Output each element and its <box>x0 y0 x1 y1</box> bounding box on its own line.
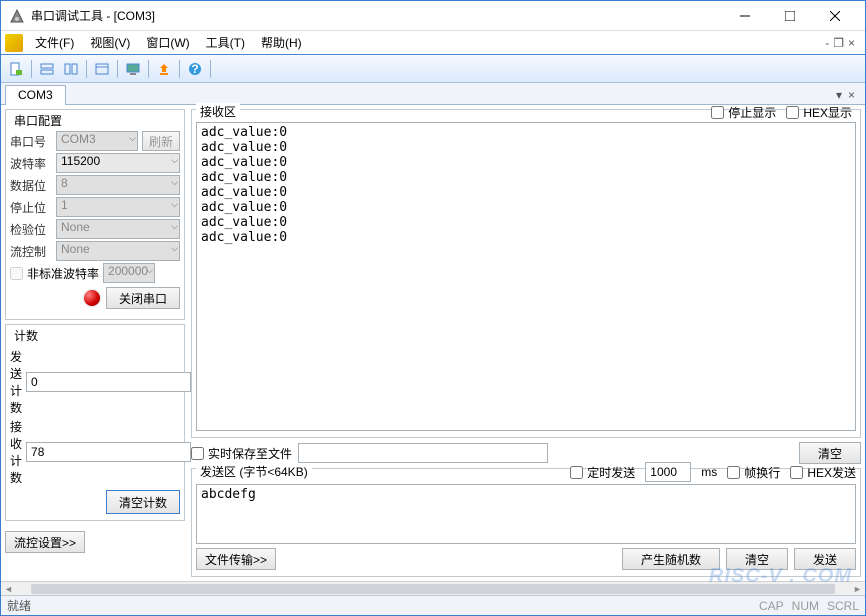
send-count-value[interactable] <box>26 372 191 392</box>
hex-send-checkbox[interactable]: HEX发送 <box>790 464 856 481</box>
stop-label: 停止位 <box>10 199 52 216</box>
minimize-button[interactable] <box>722 2 767 30</box>
send-fieldset: 发送区 (字节<64KB) 定时发送 ms 帧换行 HEX发送 文件传输>> 产… <box>191 468 861 577</box>
scroll-right-icon[interactable]: ► <box>850 584 865 594</box>
timer-interval-input[interactable] <box>645 462 691 482</box>
stop-select[interactable]: 1 <box>56 197 180 217</box>
data-label: 数据位 <box>10 177 52 194</box>
counter-fieldset: 计数 发送计数 接收计数 清空计数 <box>5 324 185 521</box>
menubar: 文件(F) 视图(V) 窗口(W) 工具(T) 帮助(H) - ❐ × <box>1 31 865 55</box>
port-status-icon <box>84 290 100 306</box>
recv-clear-button[interactable]: 清空 <box>799 442 861 464</box>
random-button[interactable]: 产生随机数 <box>622 548 720 570</box>
send-button[interactable]: 发送 <box>794 548 856 570</box>
timer-unit-label: ms <box>701 465 717 479</box>
status-ready: 就绪 <box>7 597 31 614</box>
recv-legend: 接收区 <box>196 103 240 120</box>
mdi-minimize-icon[interactable]: - <box>825 36 829 50</box>
file-transfer-button[interactable]: 文件传输>> <box>196 548 276 570</box>
titlebar: 串口调试工具 - [COM3] <box>1 1 865 31</box>
flow-label: 流控制 <box>10 243 52 260</box>
port-label: 串口号 <box>10 133 52 150</box>
status-num: NUM <box>792 599 819 613</box>
clear-count-button[interactable]: 清空计数 <box>106 490 180 514</box>
mdi-close-icon[interactable]: × <box>848 36 855 50</box>
flow-settings-button[interactable]: 流控设置>> <box>5 531 85 553</box>
tab-com3[interactable]: COM3 <box>5 85 66 105</box>
baud-select[interactable]: 115200 <box>56 153 180 173</box>
recv-textarea[interactable]: adc_value:0 adc_value:0 adc_value:0 adc_… <box>196 122 856 431</box>
menubar-app-icon <box>5 34 23 52</box>
toolbar-vsplit-icon[interactable] <box>60 58 82 80</box>
mdi-restore-icon[interactable]: ❐ <box>833 36 844 50</box>
toolbar-new-icon[interactable] <box>5 58 27 80</box>
scroll-thumb[interactable] <box>31 584 835 594</box>
data-select[interactable]: 8 <box>56 175 180 195</box>
status-cap: CAP <box>759 599 784 613</box>
toolbar-window-icon[interactable] <box>91 58 113 80</box>
send-clear-button[interactable]: 清空 <box>726 548 788 570</box>
close-button[interactable] <box>812 2 857 30</box>
recv-count-value[interactable] <box>26 442 191 462</box>
menu-view[interactable]: 视图(V) <box>82 31 138 54</box>
menu-file[interactable]: 文件(F) <box>27 31 82 54</box>
flow-select[interactable]: None <box>56 241 180 261</box>
content: 串口配置 串口号 COM3⌵ 刷新 波特率 115200⌵ 数据位 8⌵ 停止位… <box>1 105 865 581</box>
scroll-left-icon[interactable]: ◄ <box>1 584 16 594</box>
toolbar-hsplit-icon[interactable] <box>36 58 58 80</box>
toolbar-help-icon[interactable]: ? <box>184 58 206 80</box>
toolbar: ? <box>1 55 865 83</box>
maximize-button[interactable] <box>767 2 812 30</box>
counter-legend: 计数 <box>10 327 42 344</box>
svg-text:?: ? <box>191 62 198 76</box>
pause-display-checkbox[interactable]: 停止显示 <box>711 104 776 121</box>
parity-label: 检验位 <box>10 221 52 238</box>
send-legend: 发送区 (字节<64KB) <box>196 463 312 480</box>
menu-window[interactable]: 窗口(W) <box>138 31 197 54</box>
app-icon <box>9 8 25 24</box>
menu-tool[interactable]: 工具(T) <box>198 31 253 54</box>
menu-help[interactable]: 帮助(H) <box>253 31 310 54</box>
hex-display-checkbox[interactable]: HEX显示 <box>786 104 852 121</box>
close-port-button[interactable]: 关闭串口 <box>106 287 180 309</box>
status-scrl: SCRL <box>827 599 859 613</box>
port-select[interactable]: COM3 <box>56 131 138 151</box>
h-scrollbar[interactable]: ◄ ► <box>1 581 865 595</box>
serial-config-legend: 串口配置 <box>10 112 66 129</box>
recv-count-label: 接收计数 <box>10 418 22 486</box>
nonstd-baud-checkbox[interactable]: 非标准波特率 <box>10 265 99 282</box>
tabbar: COM3 ▾ × <box>1 83 865 105</box>
parity-select[interactable]: None <box>56 219 180 239</box>
tab-dropdown-icon[interactable]: ▾ <box>836 88 842 102</box>
serial-config-fieldset: 串口配置 串口号 COM3⌵ 刷新 波特率 115200⌵ 数据位 8⌵ 停止位… <box>5 109 185 320</box>
send-textarea[interactable] <box>196 484 856 544</box>
toolbar-upload-icon[interactable] <box>153 58 175 80</box>
left-panel: 串口配置 串口号 COM3⌵ 刷新 波特率 115200⌵ 数据位 8⌵ 停止位… <box>5 109 185 577</box>
window-title: 串口调试工具 - [COM3] <box>31 7 722 24</box>
recv-fieldset: 接收区 停止显示 HEX显示 adc_value:0 adc_value:0 a… <box>191 109 861 438</box>
statusbar: 就绪 CAP NUM SCRL <box>1 595 865 615</box>
nonstd-baud-label: 非标准波特率 <box>27 265 99 282</box>
baud-label: 波特率 <box>10 155 52 172</box>
save-path-input[interactable] <box>298 443 547 463</box>
right-panel: 接收区 停止显示 HEX显示 adc_value:0 adc_value:0 a… <box>191 109 861 577</box>
send-count-label: 发送计数 <box>10 348 22 416</box>
tab-close-icon[interactable]: × <box>848 88 855 102</box>
timer-send-checkbox[interactable]: 定时发送 <box>570 464 635 481</box>
save-to-file-checkbox[interactable]: 实时保存至文件 <box>191 445 292 462</box>
refresh-button[interactable]: 刷新 <box>142 131 180 151</box>
frame-wrap-checkbox[interactable]: 帧换行 <box>727 464 780 481</box>
toolbar-monitor-icon[interactable] <box>122 58 144 80</box>
